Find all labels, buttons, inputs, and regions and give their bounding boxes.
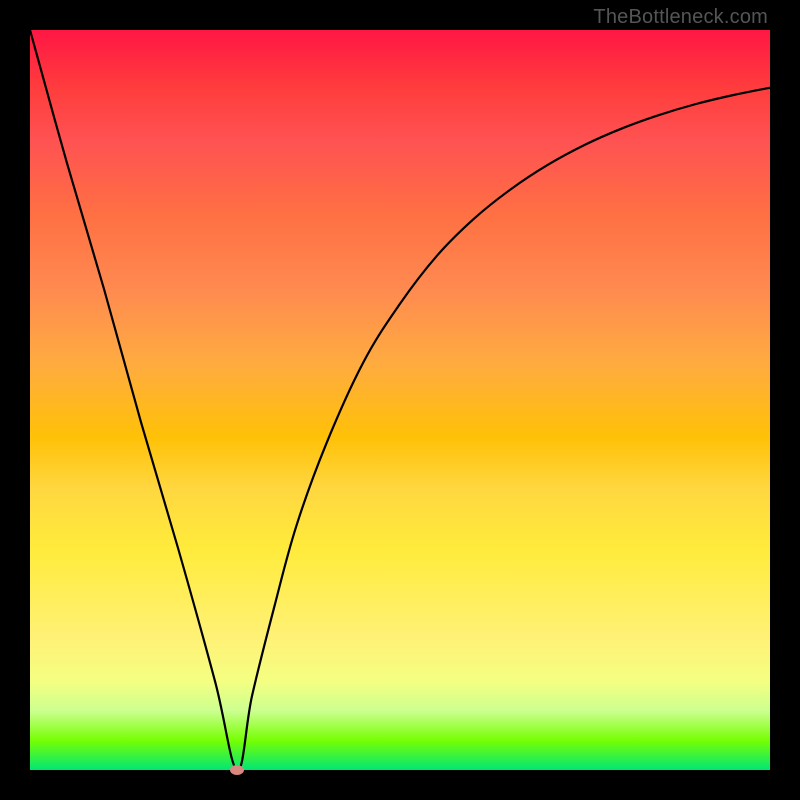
- chart-container: TheBottleneck.com: [0, 0, 800, 800]
- watermark-text: TheBottleneck.com: [593, 6, 768, 29]
- minimum-marker: [230, 765, 244, 775]
- curve-svg: [30, 30, 770, 770]
- curve-path: [30, 30, 770, 770]
